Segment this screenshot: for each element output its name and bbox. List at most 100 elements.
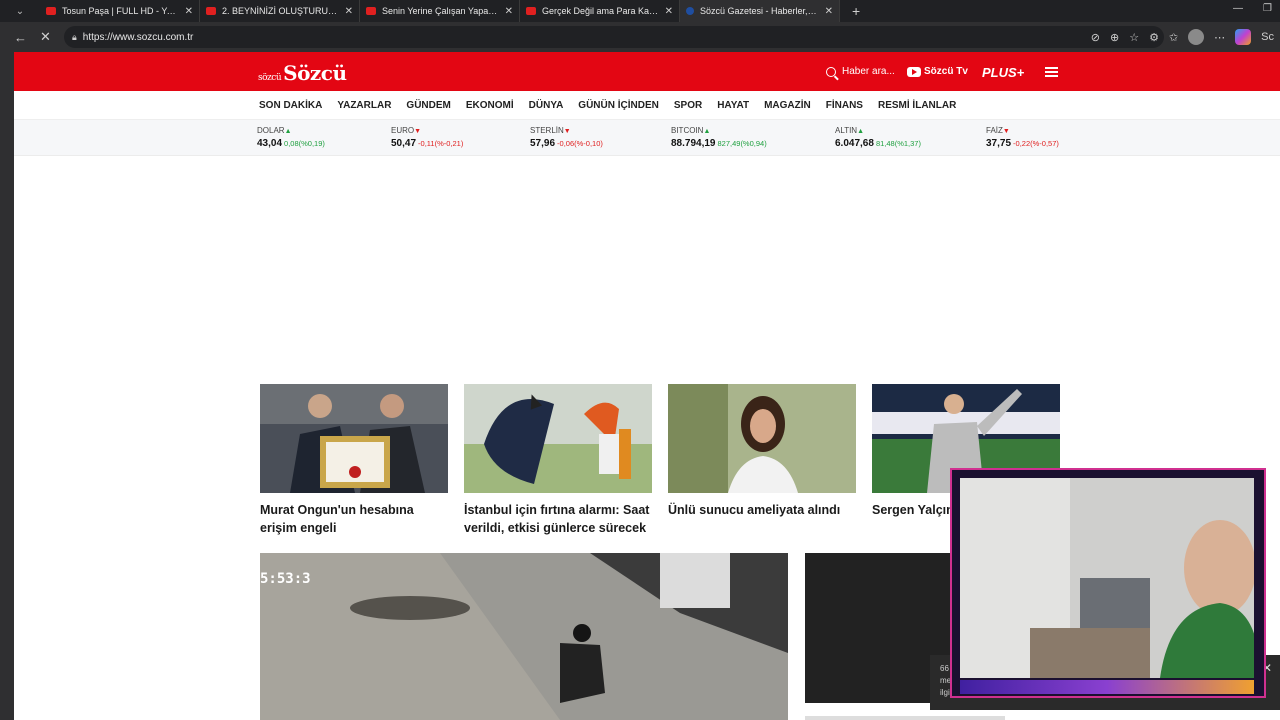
news-image [464, 384, 652, 493]
youtube-icon [526, 7, 536, 15]
main-navigation: SON DAKİKA YAZARLAR GÜNDEM EKONOMİ DÜNYA GÜNÜ… [14, 91, 1280, 120]
extensions-icon[interactable]: ⚙ [1149, 31, 1159, 44]
webcam-video [960, 478, 1254, 678]
close-tab-icon[interactable]: ✕ [825, 6, 833, 17]
tab-label: Gerçek Değil ama Para Kazanıyor [542, 6, 659, 16]
tab-label: Tosun Paşa | FULL HD - YouTube [62, 6, 179, 16]
ticker-value: 37,75 -0,22(%-0,57) [986, 138, 1059, 149]
nav-item[interactable]: SPOR [674, 100, 702, 111]
nav-item[interactable]: GÜNÜN İÇİNDEN [578, 100, 659, 111]
tracking-prevention-icon[interactable]: ⊘ [1091, 31, 1100, 44]
ticker-value: 43,04 0,08(%0,19) [257, 138, 325, 149]
news-card[interactable]: İstanbul için fırtına alarmı: Saat veril… [464, 384, 652, 537]
ticker-name: DOLAR▲ [257, 126, 292, 135]
minimize-icon[interactable]: — [1233, 3, 1243, 14]
url-text: https://www.sozcu.com.tr [82, 31, 194, 43]
url-field[interactable]: 🔒︎ https://www.sozcu.com.tr [64, 26, 1164, 48]
ticker-value: 88.794,19 827,49(%0,94) [671, 138, 767, 149]
favorite-star-icon[interactable]: ☆ [1129, 31, 1139, 44]
browser-tab[interactable]: 2. BEYNİNİZİ OLUŞTURUN: Notebo ✕ [200, 0, 360, 22]
site-info-icon[interactable]: 🔒︎ [72, 32, 77, 43]
arrow-down-icon: ▼ [414, 128, 422, 135]
ticker-change: -0,11(%-0,21) [418, 139, 464, 148]
nav-item[interactable]: MAGAZİN [764, 100, 811, 111]
youtube-icon [366, 7, 376, 15]
tab-list-chevron-icon[interactable]: ⌄ [0, 0, 40, 22]
featured-news-image[interactable]: 5:53:3 [260, 553, 788, 720]
ticker-item[interactable]: EURO▼ 50,47 -0,11(%-0,21) [391, 126, 463, 149]
nav-item[interactable]: DÜNYA [529, 100, 564, 111]
sozcu-icon [686, 7, 694, 15]
ticker-change: 81,48(%1,37) [875, 139, 921, 148]
favorites-icon[interactable]: ✩ [1169, 31, 1178, 44]
new-tab-icon[interactable]: + [852, 3, 860, 19]
hamburger-menu-icon[interactable] [1045, 67, 1058, 77]
ticker-change: 0,08(%0,19) [284, 139, 325, 148]
youtube-play-icon [907, 66, 921, 77]
ticker-item[interactable]: STERLİN▼ 57,96 -0,06(%-0,10) [530, 126, 603, 149]
ticker-change: 827,49(%0,94) [717, 139, 767, 148]
maximize-icon[interactable]: ❐ [1263, 3, 1272, 14]
ticker-value: 6.047,68 81,48(%1,37) [835, 138, 921, 149]
nav-item[interactable]: SON DAKİKA [259, 100, 322, 111]
market-ticker: DOLAR▲ 43,04 0,08(%0,19) EURO▼ 50,47 -0,11(%-… [14, 120, 1280, 156]
ticker-name: STERLİN▼ [530, 126, 571, 135]
nav-item[interactable]: YAZARLAR [337, 100, 391, 111]
arrow-down-icon: ▼ [1002, 128, 1010, 135]
ticker-item[interactable]: DOLAR▲ 43,04 0,08(%0,19) [257, 126, 325, 149]
news-title: İstanbul için fırtına alarmı: Saat veril… [464, 503, 650, 535]
more-menu-icon[interactable]: ⋯ [1214, 31, 1225, 44]
news-image [668, 384, 856, 493]
ticker-item[interactable]: FAİZ▼ 37,75 -0,22(%-0,57) [986, 126, 1059, 149]
tab-label: Senin Yerine Çalışan Yapay Zeka A [382, 6, 499, 16]
youtube-icon [206, 7, 216, 15]
ticker-name: ALTIN▲ [835, 126, 865, 135]
arrow-down-icon: ▼ [563, 128, 571, 135]
close-tab-icon[interactable]: ✕ [185, 6, 193, 17]
close-tab-icon[interactable]: ✕ [345, 6, 353, 17]
ticker-value: 57,96 -0,06(%-0,10) [530, 138, 603, 149]
loading-icon[interactable]: ✕ [40, 29, 66, 45]
news-title: Ünlü sunucu ameliyata alındı [668, 503, 841, 517]
back-icon[interactable]: ← [14, 30, 40, 45]
close-tab-icon[interactable]: ✕ [665, 6, 673, 17]
plus-link[interactable]: PLUS+ [982, 65, 1024, 80]
arrow-up-icon: ▲ [284, 128, 292, 135]
logo-text: Sözcü [283, 61, 347, 85]
nav-item[interactable]: GÜNDEM [406, 100, 450, 111]
ticker-name: BITCOIN▲ [671, 126, 711, 135]
news-card[interactable]: Ünlü sunucu ameliyata alındı [668, 384, 856, 519]
ticker-item[interactable]: BITCOIN▲ 88.794,19 827,49(%0,94) [671, 126, 767, 149]
site-logo[interactable]: sözcü Sözcü [258, 61, 347, 85]
nav-item[interactable]: HAYAT [717, 100, 749, 111]
browser-tab[interactable]: Gerçek Değil ama Para Kazanıyor ✕ [520, 0, 680, 22]
copilot-icon[interactable] [1235, 29, 1252, 45]
logo-prefix: sözcü [258, 73, 282, 83]
site-header: sözcü Sözcü Haber ara... Sözcü Tv PLUS+ [14, 52, 1280, 91]
divider [805, 716, 1005, 720]
browser-tab-bar: ⌄ Tosun Paşa | FULL HD - YouTube ✕ 2. BE… [0, 0, 1280, 22]
header-search[interactable]: Haber ara... [826, 66, 895, 77]
news-card[interactable]: Murat Ongun'un hesabına erişim engeli [260, 384, 448, 537]
arrow-up-icon: ▲ [857, 128, 865, 135]
webcam-overlay [944, 462, 1272, 704]
ticker-name: EURO▼ [391, 126, 422, 135]
browser-tab[interactable]: Tosun Paşa | FULL HD - YouTube ✕ [40, 0, 200, 22]
close-tab-icon[interactable]: ✕ [505, 6, 513, 17]
ticker-item[interactable]: ALTIN▲ 6.047,68 81,48(%1,37) [835, 126, 921, 149]
nav-item[interactable]: EKONOMİ [466, 100, 514, 111]
nav-item[interactable]: FİNANS [826, 100, 863, 111]
search-label: Haber ara... [842, 66, 895, 77]
ticker-change: -0,06(%-0,10) [557, 139, 603, 148]
profile-avatar[interactable] [1188, 29, 1205, 45]
nav-item[interactable]: RESMİ İLANLAR [878, 100, 956, 111]
search-icon [826, 66, 836, 77]
reader-icon[interactable]: ⊕ [1110, 31, 1119, 44]
address-bar-row: ← ✕ 🔒︎ https://www.sozcu.com.tr ⊘ ⊕ ☆ ⚙ … [0, 22, 1280, 52]
browser-tab-active[interactable]: Sözcü Gazetesi - Haberler, son da ✕ [680, 0, 840, 22]
browser-tab[interactable]: Senin Yerine Çalışan Yapay Zeka A ✕ [360, 0, 520, 22]
sozcu-tv-link[interactable]: Sözcü Tv [907, 66, 968, 77]
ticker-change: -0,22(%-0,57) [1013, 139, 1059, 148]
window-controls: — ❐ [1233, 3, 1272, 14]
arrow-up-icon: ▲ [703, 128, 711, 135]
